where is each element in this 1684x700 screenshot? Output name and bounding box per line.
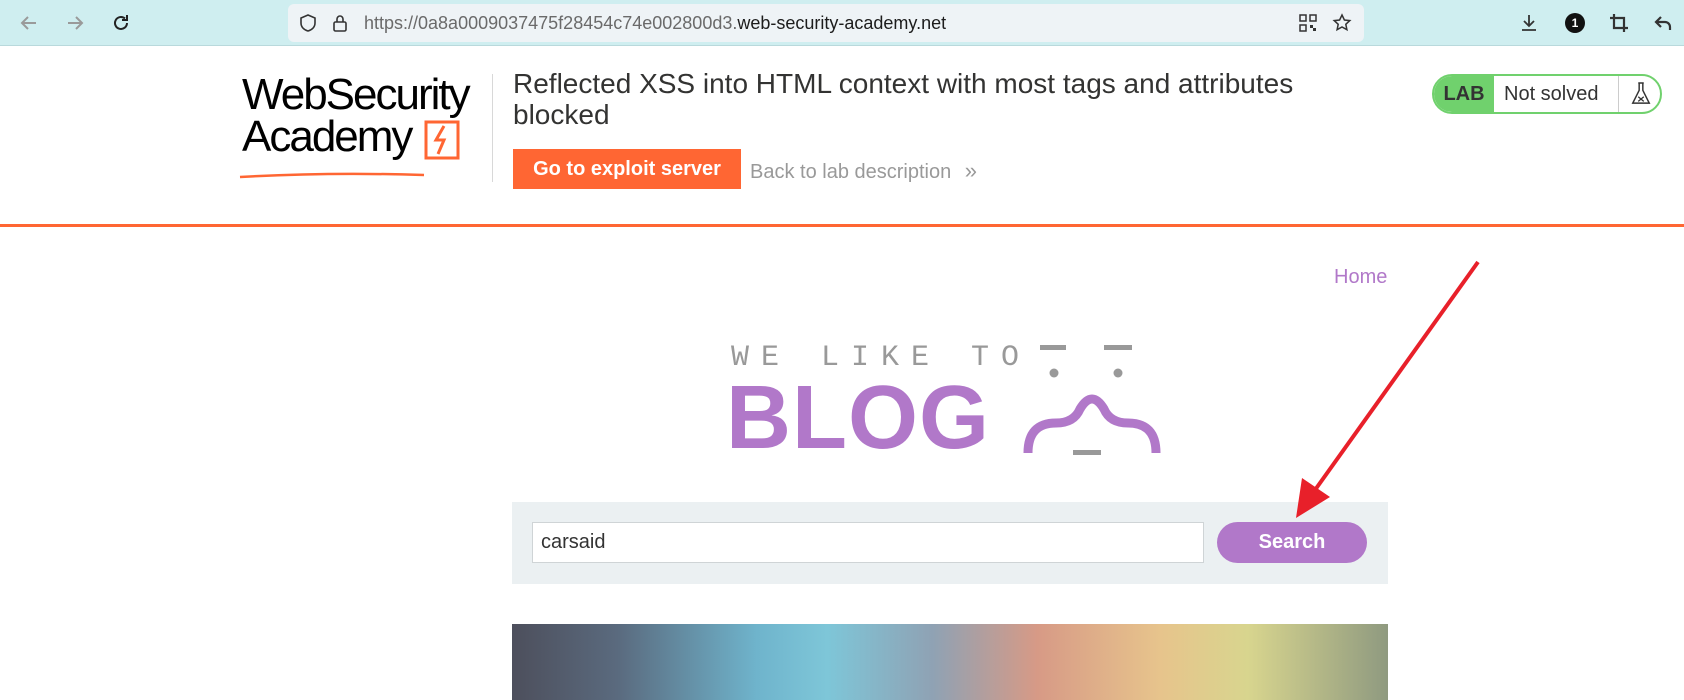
blog-logo: WE LIKE TO BLOG bbox=[726, 335, 1176, 468]
url-domain: web-security-academy.net bbox=[737, 13, 947, 33]
web-security-academy-logo[interactable]: WebSecurity Academy bbox=[238, 70, 490, 190]
flask-icon bbox=[1618, 76, 1660, 112]
crop-icon[interactable] bbox=[1606, 10, 1632, 36]
undo-arrow-icon[interactable] bbox=[1650, 10, 1676, 36]
header-divider bbox=[492, 74, 493, 182]
logo-underline-icon bbox=[239, 172, 425, 179]
extension-badge-count: 1 bbox=[1571, 16, 1579, 30]
blog-face-icon bbox=[1023, 345, 1161, 455]
logo-line2: Academy bbox=[242, 112, 413, 161]
reload-icon[interactable] bbox=[106, 8, 136, 38]
bookmark-star-icon[interactable] bbox=[1332, 13, 1352, 33]
shield-icon[interactable] bbox=[298, 13, 318, 33]
browser-toolbar: https://0a8a0009037475f28454c74e002800d3… bbox=[0, 0, 1684, 46]
lock-icon[interactable] bbox=[330, 13, 350, 33]
go-to-exploit-server-button[interactable]: Go to exploit server bbox=[513, 149, 741, 189]
lab-badge: LAB bbox=[1434, 76, 1494, 112]
lab-status-widget: LAB Not solved bbox=[1432, 74, 1662, 114]
forward-arrow-icon[interactable] bbox=[60, 8, 90, 38]
back-link-label: Back to lab description bbox=[750, 161, 952, 183]
lab-title: Reflected XSS into HTML context with mos… bbox=[513, 68, 1294, 130]
back-arrow-icon[interactable] bbox=[14, 8, 44, 38]
url-prefix: https://0a8a0009037475f28454c74e002800d3… bbox=[364, 13, 738, 33]
blog-wordmark: BLOG bbox=[726, 368, 990, 468]
back-to-lab-description-link[interactable]: Back to lab description » bbox=[750, 158, 977, 184]
search-panel: Search bbox=[512, 502, 1388, 584]
academy-bolt-icon bbox=[424, 120, 460, 160]
blog-post-image[interactable] bbox=[512, 624, 1388, 700]
qr-code-icon[interactable] bbox=[1298, 13, 1318, 33]
lab-status-text: Not solved bbox=[1504, 83, 1599, 105]
address-bar[interactable]: https://0a8a0009037475f28454c74e002800d3… bbox=[288, 4, 1364, 42]
home-link[interactable]: Home bbox=[1334, 266, 1387, 289]
extension-badge-icon[interactable]: 1 bbox=[1562, 10, 1588, 36]
double-chevron-icon: » bbox=[964, 158, 978, 183]
lab-header: WebSecurity Academy Reflected XSS into H… bbox=[0, 46, 1684, 227]
search-input[interactable] bbox=[532, 522, 1204, 563]
download-icon[interactable] bbox=[1516, 10, 1542, 36]
search-button[interactable]: Search bbox=[1217, 522, 1367, 563]
url-text[interactable]: https://0a8a0009037475f28454c74e002800d3… bbox=[364, 13, 946, 34]
